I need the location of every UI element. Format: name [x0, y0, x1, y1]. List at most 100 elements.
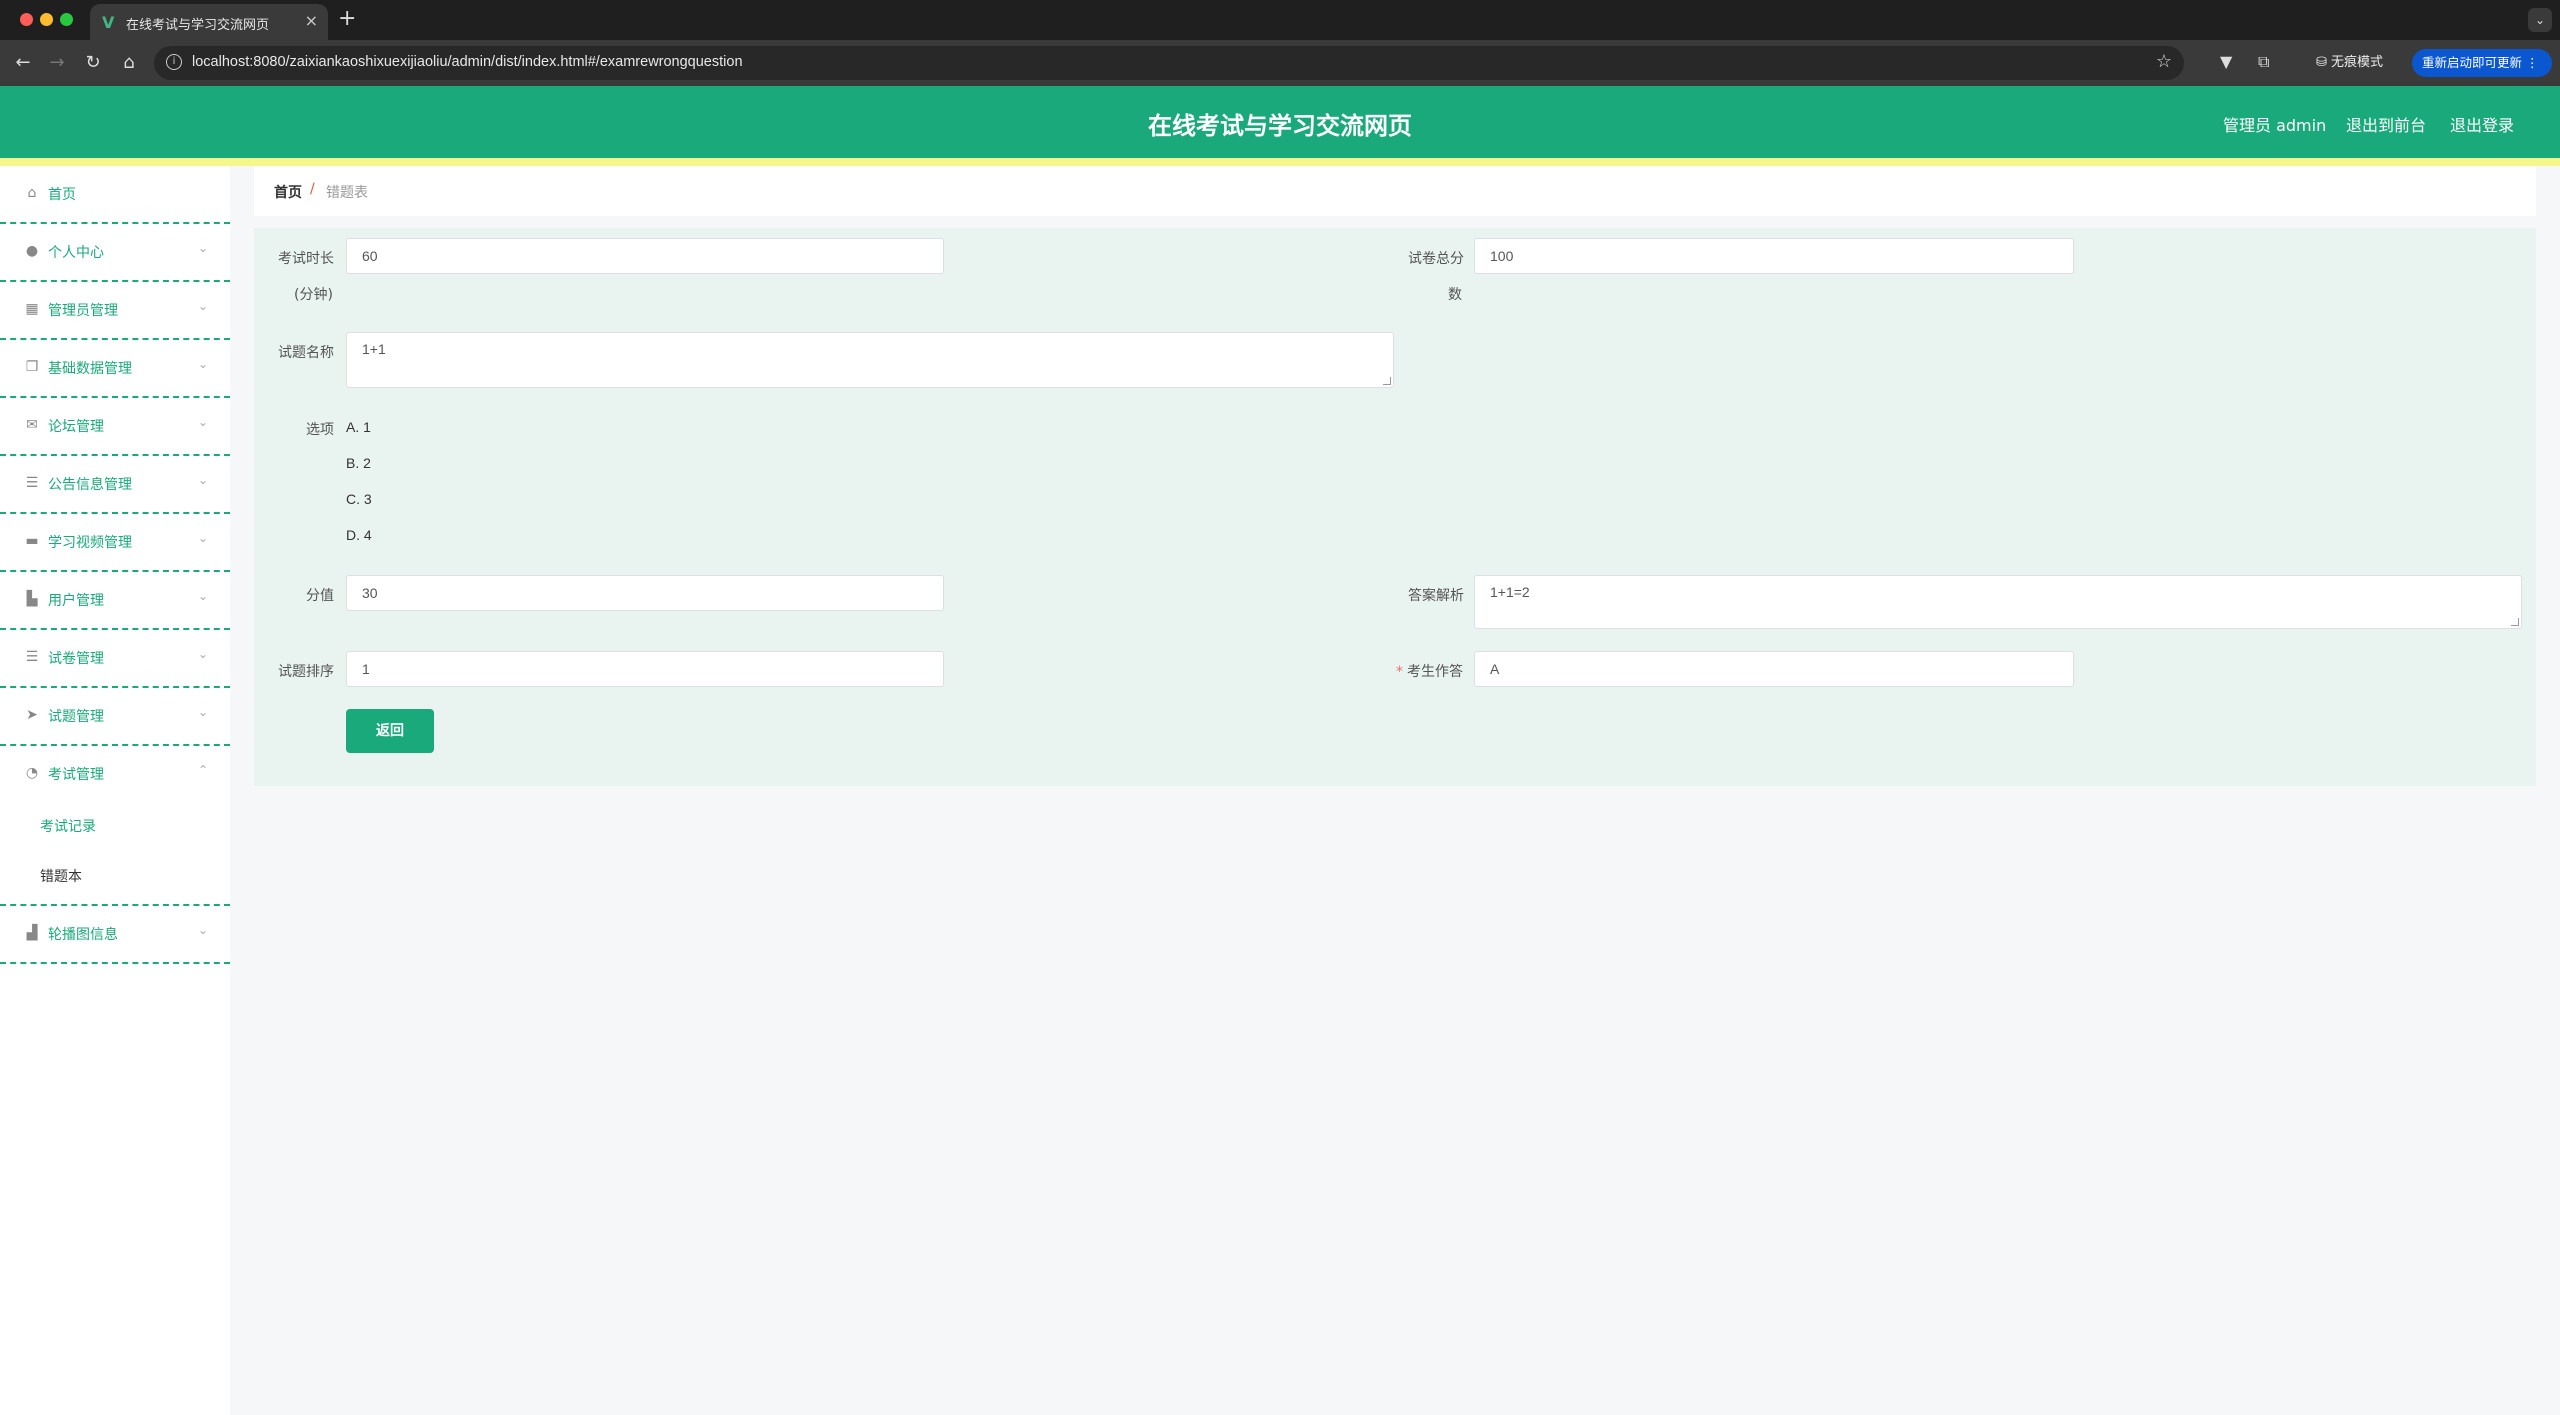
- chevron-down-icon: ⌄: [197, 705, 208, 719]
- update-button[interactable]: 重新启动即可更新 ⋮: [2412, 49, 2552, 77]
- sidebar-item-exams[interactable]: ◔ 考试管理 ⌃ 考试记录 错题本: [0, 746, 230, 906]
- question-name-value: 1+1: [362, 341, 386, 357]
- sidebar-item-forum[interactable]: ✉ 论坛管理 ⌄: [0, 398, 230, 456]
- chevron-down-icon: ⌄: [197, 647, 208, 661]
- duration-label-unit: (分钟): [294, 287, 333, 303]
- more-vert-icon: ⋮: [2526, 55, 2539, 70]
- list-icon: ☰: [25, 475, 39, 491]
- gauge-icon: ◔: [25, 765, 39, 781]
- site-info-icon[interactable]: i: [166, 54, 182, 70]
- grid-icon: ▦: [25, 301, 39, 317]
- resize-handle-icon[interactable]: [2511, 618, 2519, 626]
- incognito-icon: ⛁: [2316, 55, 2332, 70]
- back-arrow-icon[interactable]: ←: [12, 52, 34, 73]
- sidebar-item-questions[interactable]: ➤ 试题管理 ⌄: [0, 688, 230, 746]
- chevron-down-icon: ⌄: [197, 357, 208, 371]
- send-icon: ➤: [26, 707, 38, 723]
- minimize-window-icon[interactable]: [40, 13, 53, 26]
- breadcrumb-home[interactable]: 首页: [274, 182, 302, 202]
- sidebar-item-carousel[interactable]: ▟ 轮播图信息 ⌄: [0, 906, 230, 964]
- sidebar-item-label: 首页: [48, 187, 76, 203]
- sidebar-item-papers[interactable]: ☰ 试卷管理 ⌄: [0, 630, 230, 688]
- sidebar-item-personal[interactable]: ● 个人中心 ⌄: [0, 224, 230, 282]
- home-button-icon[interactable]: ⌂: [118, 52, 140, 73]
- chevron-down-icon: ⌄: [197, 241, 208, 255]
- vue-logo-icon: V: [102, 13, 115, 32]
- total-score-label: 试卷总分: [1408, 251, 1464, 267]
- options-label: 选项: [306, 422, 334, 438]
- sidebar-item-video[interactable]: ▬ 学习视频管理 ⌄: [0, 514, 230, 572]
- admin-user-label: 管理员 admin: [2223, 116, 2327, 135]
- chevron-down-icon: ⌄: [197, 299, 208, 313]
- tab-search-icon[interactable]: ⌄: [2528, 8, 2552, 32]
- browser-tabbar: V 在线考试与学习交流网页 × + ⌄: [0, 0, 2560, 40]
- close-tab-icon[interactable]: ×: [305, 11, 318, 30]
- sidebar-item-notice[interactable]: ☰ 公告信息管理 ⌄: [0, 456, 230, 514]
- bookmark-star-icon[interactable]: ☆: [2156, 51, 2172, 72]
- sidebar-subitem-exam-records[interactable]: 考试记录: [40, 816, 96, 836]
- app-title: 在线考试与学习交流网页: [1148, 112, 1412, 140]
- sidebar-item-basic-data[interactable]: ❐ 基础数据管理 ⌄: [0, 340, 230, 398]
- sidebar-item-users[interactable]: ▙ 用户管理 ⌄: [0, 572, 230, 630]
- sidebar-item-admin[interactable]: ▦ 管理员管理 ⌄: [0, 282, 230, 340]
- answer-input[interactable]: A: [1474, 651, 2074, 687]
- home-icon: ⌂: [27, 185, 37, 201]
- sidebar-item-home[interactable]: ⌂ 首页: [0, 166, 230, 224]
- option-b: B. 2: [346, 455, 371, 471]
- back-button[interactable]: 返回: [346, 709, 434, 753]
- sidebar-item-label: 用户管理: [48, 593, 104, 609]
- sidebar-subitem-wrong-book[interactable]: 错题本: [40, 866, 82, 886]
- maximize-window-icon[interactable]: [60, 13, 73, 26]
- url-text[interactable]: localhost:8080/zaixiankaoshixuexijiaoliu…: [192, 54, 743, 70]
- app-header: 在线考试与学习交流网页 管理员 admin 退出到前台 退出登录: [0, 86, 2560, 166]
- sidebar-item-label: 基础数据管理: [48, 361, 132, 377]
- list-icon: ☰: [25, 649, 39, 665]
- user-icon: ●: [25, 243, 39, 259]
- logout-link[interactable]: 退出登录: [2450, 112, 2514, 136]
- chevron-down-icon: ⌄: [197, 589, 208, 603]
- resize-handle-icon[interactable]: [1383, 377, 1391, 385]
- forward-arrow-icon[interactable]: →: [46, 52, 68, 73]
- answer-label: 考生作答: [1407, 664, 1463, 680]
- reload-icon[interactable]: ↻: [82, 52, 104, 73]
- breadcrumb-current: 错题表: [326, 185, 368, 201]
- sidebar-item-label: 轮播图信息: [48, 927, 118, 943]
- chevron-down-icon: ⌄: [197, 415, 208, 429]
- sidebar-item-label: 试卷管理: [48, 651, 104, 667]
- score-label: 分值: [306, 588, 334, 604]
- bar-chart-icon: ▟: [26, 925, 38, 941]
- browser-tab[interactable]: V 在线考试与学习交流网页 ×: [90, 4, 328, 40]
- incognito-indicator[interactable]: ⛁ 无痕模式: [2306, 48, 2393, 78]
- breadcrumb-separator: /: [310, 181, 315, 197]
- chevron-down-icon: ⌄: [197, 923, 208, 937]
- analysis-textarea[interactable]: 1+1=2: [1474, 575, 2522, 629]
- monitor-icon: ▬: [25, 533, 39, 549]
- front-page-link[interactable]: 退出到前台: [2346, 112, 2426, 136]
- sidebar: ⌂ 首页 ● 个人中心 ⌄ ▦ 管理员管理 ⌄ ❐ 基础数据管理 ⌄ ✉ 论坛管…: [0, 166, 230, 1415]
- close-window-icon[interactable]: [20, 13, 33, 26]
- order-input[interactable]: 1: [346, 651, 944, 687]
- new-tab-icon[interactable]: +: [338, 6, 356, 31]
- total-score-input[interactable]: 100: [1474, 238, 2074, 274]
- sidebar-item-label: 学习视频管理: [48, 535, 132, 551]
- header-accent-stripe: [0, 158, 2560, 166]
- users-icon: ▙: [26, 591, 38, 607]
- address-bar[interactable]: i localhost:8080/zaixiankaoshixuexijiaol…: [154, 46, 2184, 80]
- form-panel: [254, 228, 2536, 786]
- option-a: A. 1: [346, 419, 371, 435]
- duration-input[interactable]: 60: [346, 238, 944, 274]
- total-score-label-suffix: 数: [1448, 287, 1462, 303]
- breadcrumb: 首页 / 错题表: [254, 166, 2536, 216]
- question-name-textarea[interactable]: 1+1: [346, 332, 1394, 388]
- answer-label-wrap: * 考生作答: [1396, 661, 1463, 681]
- score-input[interactable]: 30: [346, 575, 944, 611]
- chevron-down-icon: ⌄: [197, 473, 208, 487]
- sidebar-item-label: 管理员管理: [48, 303, 118, 319]
- sidebar-item-label: 论坛管理: [48, 419, 104, 435]
- option-d: D. 4: [346, 527, 372, 543]
- required-marker: *: [1396, 664, 1403, 680]
- puzzle-icon[interactable]: ⧉: [2258, 52, 2269, 72]
- tab-title: 在线考试与学习交流网页: [126, 18, 270, 33]
- extension-icon[interactable]: ▼: [2220, 52, 2232, 71]
- analysis-label: 答案解析: [1408, 588, 1464, 604]
